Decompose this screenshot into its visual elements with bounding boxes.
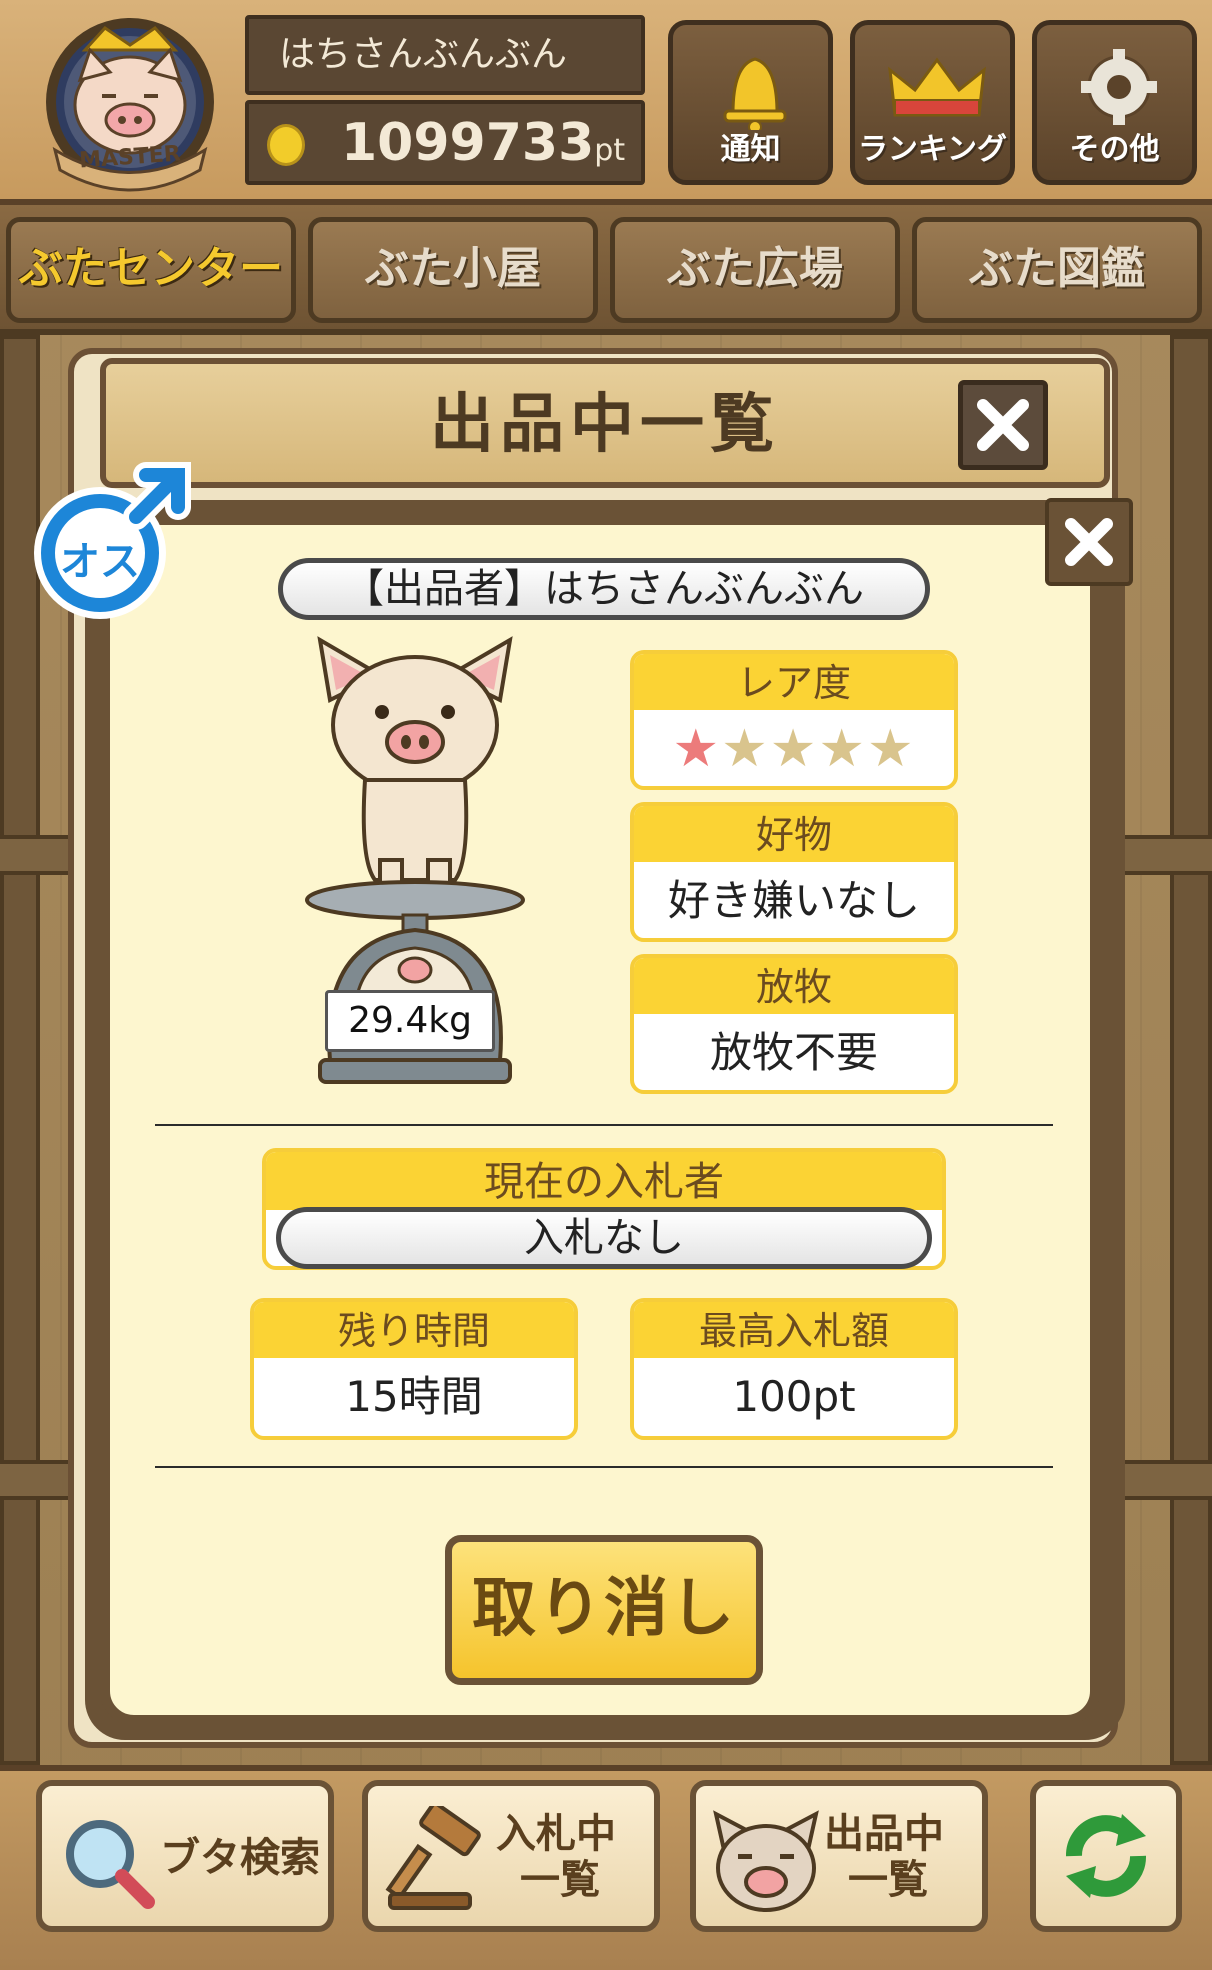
pig-search-label: ブタ検索 xyxy=(160,1835,320,1881)
main-nav: ぶたセンター ぶた小屋 ぶた広場 ぶた図鑑 xyxy=(0,205,1212,335)
highest-bid-value: 100pt xyxy=(732,1372,856,1421)
star-icon: ★ xyxy=(769,719,819,779)
bell-icon xyxy=(723,57,787,130)
time-left-label: 残り時間 xyxy=(254,1302,574,1358)
gear-icon xyxy=(1081,49,1157,125)
divider xyxy=(155,1466,1053,1468)
top-header: MASTER はちさんぶんぶん 1099733pt 通知 ランキング その他 xyxy=(0,0,1212,205)
current-bidder-value: 入札なし xyxy=(276,1207,932,1269)
star-icon: ★ xyxy=(721,719,770,779)
listing-list-label-1: 出品中 xyxy=(824,1811,944,1857)
grazing-card: 放牧 放牧不要 xyxy=(630,954,958,1094)
listing-list-label-2: 一覧 xyxy=(848,1857,928,1903)
notification-button[interactable]: 通知 xyxy=(668,20,833,185)
tab-buta-center[interactable]: ぶたセンター xyxy=(6,217,296,323)
other-settings-button[interactable]: その他 xyxy=(1032,20,1197,185)
star-icon: ★ xyxy=(672,719,722,779)
refresh-button[interactable] xyxy=(1030,1780,1182,1932)
rarity-stars: ★★★★★ xyxy=(634,710,954,786)
rarity-card: レア度 ★★★★★ xyxy=(630,650,958,790)
time-left-value: 15時間 xyxy=(345,1372,483,1421)
gavel-icon xyxy=(385,1806,481,1910)
favorite-food-label: 好物 xyxy=(634,806,954,862)
crown-icon xyxy=(888,57,986,117)
star-icon: ★ xyxy=(818,719,867,779)
divider xyxy=(155,1124,1053,1126)
points-display: 1099733pt xyxy=(245,100,645,185)
rarity-label: レア度 xyxy=(634,654,954,710)
refresh-icon xyxy=(1066,1814,1146,1898)
listing-panel-close-button[interactable] xyxy=(958,380,1048,470)
highest-bid-label: 最高入札額 xyxy=(634,1302,954,1358)
points-value: 1099733 xyxy=(341,113,595,173)
notification-label: 通知 xyxy=(720,132,781,167)
pig-search-button[interactable]: ブタ検索 xyxy=(36,1780,334,1932)
favorite-food-value: 好き嫌いなし xyxy=(667,876,920,925)
gender-label: オス xyxy=(60,539,140,585)
tab-buta-plaza[interactable]: ぶた広場 xyxy=(610,217,900,323)
star-icon: ★ xyxy=(866,719,916,779)
tab-buta-hut[interactable]: ぶた小屋 xyxy=(308,217,598,323)
tab-buta-encyclopedia[interactable]: ぶた図鑑 xyxy=(912,217,1202,323)
favorite-food-card: 好物 好き嫌いなし xyxy=(630,802,958,942)
ranking-button[interactable]: ランキング xyxy=(850,20,1015,185)
magnifier-icon xyxy=(66,1820,155,1909)
cancel-listing-button[interactable]: 取り消し xyxy=(445,1535,763,1685)
gender-badge: オス xyxy=(28,455,208,625)
highest-bid-card: 最高入札額 100pt xyxy=(630,1298,958,1440)
pig-weight: 29.4kg xyxy=(325,990,495,1052)
coin-icon xyxy=(267,124,305,166)
master-badge-avatar[interactable]: MASTER xyxy=(30,10,230,195)
other-label: その他 xyxy=(1069,132,1160,167)
close-icon xyxy=(1065,518,1113,566)
user-name: はちさんぶんぶん xyxy=(245,15,645,95)
pig-face-icon xyxy=(713,1810,819,1912)
listing-list-button[interactable]: 出品中 一覧 xyxy=(690,1780,988,1932)
background-beam xyxy=(1170,335,1212,1765)
points-unit: pt xyxy=(594,133,626,168)
bidding-list-label-1: 入札中 xyxy=(496,1811,616,1857)
time-left-card: 残り時間 15時間 xyxy=(250,1298,578,1440)
detail-modal-close-button[interactable] xyxy=(1045,498,1133,586)
grazing-label: 放牧 xyxy=(634,958,954,1014)
bidding-list-button[interactable]: 入札中 一覧 xyxy=(362,1780,660,1932)
ranking-label: ランキング xyxy=(857,132,1008,167)
bidding-list-label-2: 一覧 xyxy=(520,1857,600,1903)
grazing-value: 放牧不要 xyxy=(709,1028,878,1077)
close-icon xyxy=(977,399,1029,451)
seller-label: 【出品者】はちさんぶんぶん xyxy=(278,558,930,620)
current-bidder-label: 現在の入札者 xyxy=(266,1152,942,1210)
